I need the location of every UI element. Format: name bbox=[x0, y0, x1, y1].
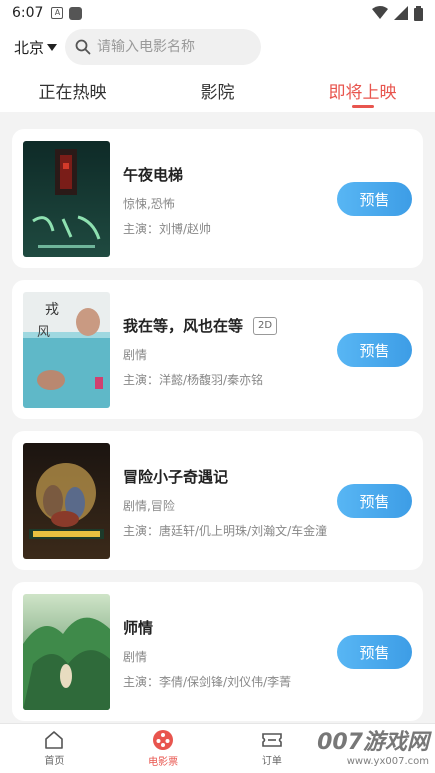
tab-coming-soon[interactable]: 即将上映 bbox=[290, 68, 435, 112]
caret-down-icon bbox=[47, 43, 58, 51]
presale-button[interactable]: 预售 bbox=[337, 333, 412, 367]
signal-icon bbox=[394, 6, 408, 20]
movie-poster[interactable]: 戎 风 bbox=[23, 292, 110, 408]
status-bar: 6:07 A bbox=[0, 0, 435, 26]
movie-genre: 剧情 bbox=[123, 650, 148, 664]
notification-icon: A bbox=[51, 7, 64, 19]
movie-cast: 主演：唐廷轩/仉上明珠/刘瀚文/车金潼 bbox=[123, 524, 328, 538]
city-label: 北京 bbox=[14, 38, 45, 57]
presale-button[interactable]: 预售 bbox=[337, 484, 412, 518]
city-selector[interactable]: 北京 bbox=[14, 37, 58, 58]
format-badge: 2D bbox=[253, 316, 278, 335]
movie-title: 午夜电梯 bbox=[123, 166, 184, 184]
movie-title: 冒险小子奇遇记 bbox=[123, 468, 229, 486]
nav-empty-slot bbox=[326, 724, 435, 773]
nav-label: 电影票 bbox=[148, 757, 179, 768]
status-time: 6:07 bbox=[12, 5, 44, 21]
app-notification-icon bbox=[69, 6, 83, 20]
home-icon bbox=[45, 731, 64, 749]
nav-label: 订单 bbox=[261, 756, 282, 767]
tab-cinemas[interactable]: 影院 bbox=[145, 68, 290, 112]
nav-label: 首页 bbox=[44, 756, 65, 767]
wifi-icon bbox=[372, 6, 388, 19]
movie-card[interactable]: 午夜电梯 惊悚,恐怖 主演：刘博/赵帅 预售 bbox=[12, 129, 423, 268]
tab-bar: 正在热映 影院 即将上映 bbox=[0, 68, 435, 112]
movie-card[interactable]: 师情 剧情 主演：李倩/保剑锋/刘仪伟/李菁 预售 bbox=[12, 582, 423, 721]
bottom-nav: 首页 电影票 订单 bbox=[0, 723, 435, 773]
battery-icon bbox=[414, 5, 423, 21]
svg-text:风: 风 bbox=[37, 325, 50, 340]
presale-button[interactable]: 预售 bbox=[337, 182, 412, 216]
movie-cast: 主演：李倩/保剑锋/刘仪伟/李菁 bbox=[123, 675, 292, 689]
movie-card[interactable]: 戎 风 我在等，风也在等 2D 剧情 主演：洋懿/杨馥羽/秦亦铭 预售 bbox=[12, 280, 423, 419]
movie-genre: 剧情 bbox=[123, 348, 148, 362]
movie-cast: 主演：刘博/赵帅 bbox=[123, 222, 212, 236]
nav-movie-tickets[interactable]: 电影票 bbox=[109, 724, 218, 773]
tab-label: 影院 bbox=[200, 82, 235, 103]
tab-label: 即将上映 bbox=[328, 82, 397, 103]
nav-orders[interactable]: 订单 bbox=[218, 724, 327, 773]
search-input[interactable] bbox=[97, 39, 248, 55]
movie-title: 师情 bbox=[123, 619, 154, 637]
movie-poster[interactable] bbox=[23, 594, 110, 710]
movie-genre: 剧情,冒险 bbox=[123, 499, 175, 513]
film-reel-icon bbox=[153, 730, 174, 750]
header-bar: 北京 bbox=[0, 26, 435, 68]
movie-title: 我在等，风也在等 bbox=[123, 317, 244, 335]
movie-cast: 主演：洋懿/杨馥羽/秦亦铭 bbox=[123, 373, 264, 387]
search-box[interactable] bbox=[65, 29, 262, 65]
presale-button[interactable]: 预售 bbox=[337, 635, 412, 669]
tab-label: 正在热映 bbox=[38, 82, 107, 103]
ticket-icon bbox=[262, 733, 282, 747]
nav-home[interactable]: 首页 bbox=[0, 724, 109, 773]
movie-poster[interactable] bbox=[23, 443, 110, 559]
tab-now-showing[interactable]: 正在热映 bbox=[0, 68, 145, 112]
movie-poster[interactable] bbox=[23, 141, 110, 257]
movie-list: 午夜电梯 惊悚,恐怖 主演：刘博/赵帅 预售 戎 风 我在等，风也在等 2D 剧… bbox=[12, 129, 423, 733]
svg-text:戎: 戎 bbox=[45, 302, 59, 318]
movie-genre: 惊悚,恐怖 bbox=[123, 197, 175, 211]
search-icon bbox=[75, 39, 91, 55]
movie-card[interactable]: 冒险小子奇遇记 剧情,冒险 主演：唐廷轩/仉上明珠/刘瀚文/车金潼 预售 bbox=[12, 431, 423, 570]
tab-active-indicator bbox=[351, 105, 374, 108]
